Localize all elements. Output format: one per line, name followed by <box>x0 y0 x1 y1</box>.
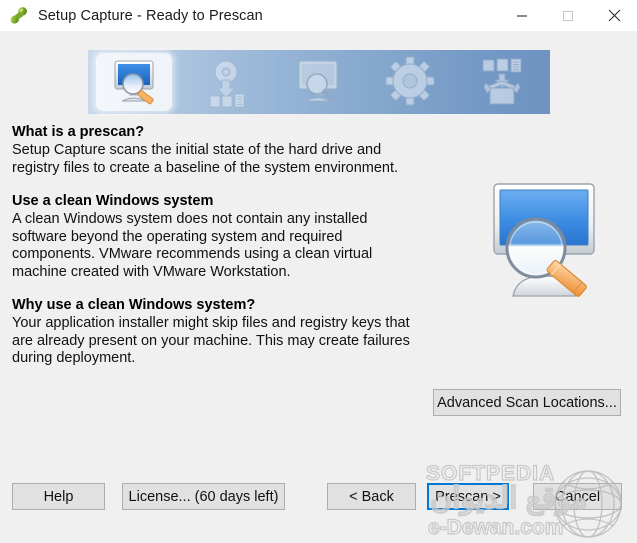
prescan-button[interactable]: Prescan > <box>427 483 509 510</box>
section-body-clean-system: A clean Windows system does not contain … <box>12 211 373 280</box>
gear-icon <box>385 56 435 106</box>
watermark-site-text: e-Dewan.com <box>428 516 563 539</box>
watermark-brand-text: SOFTPEDIA <box>426 462 555 485</box>
box-files-icon <box>482 58 522 105</box>
setup-capture-window: Setup Capture - Ready to Prescan What is… <box>0 0 637 543</box>
banner-step-package <box>464 53 540 111</box>
close-icon[interactable] <box>591 0 637 31</box>
section-heading-clean-system: Use a clean Windows system <box>12 193 214 209</box>
advanced-scan-locations-button[interactable]: Advanced Scan Locations... <box>433 389 621 416</box>
section-heading-why-clean-system: Why use a clean Windows system? <box>12 297 256 313</box>
banner-step-configure <box>372 53 448 111</box>
section-body-why-clean-system: Your application installer might skip fi… <box>12 315 410 366</box>
back-button[interactable]: < Back <box>327 483 416 510</box>
capture-peanut-icon <box>8 5 30 27</box>
monitor-magnifier-icon <box>298 60 338 102</box>
license-button[interactable]: License... (60 days left) <box>122 483 285 510</box>
banner-step-install <box>188 53 264 111</box>
banner-step-postscan <box>280 53 356 111</box>
maximize-icon[interactable] <box>545 0 591 31</box>
title-bar: Setup Capture - Ready to Prescan <box>0 0 637 31</box>
help-button[interactable]: Help <box>12 483 105 510</box>
minimize-icon[interactable] <box>499 0 545 31</box>
window-controls <box>499 0 637 31</box>
disc-download-files-icon <box>209 60 245 108</box>
monitor-magnifier-pencil-large-icon <box>489 180 599 305</box>
window-title: Setup Capture - Ready to Prescan <box>38 7 263 24</box>
cancel-button[interactable]: Cancel <box>533 483 622 510</box>
content-panel: What is a prescan? Setup Capture scans t… <box>12 124 412 368</box>
section-heading-prescan: What is a prescan? <box>12 124 145 140</box>
section-body-prescan: Setup Capture scans the initial state of… <box>12 142 399 176</box>
wizard-step-banner <box>88 50 550 114</box>
banner-step-prescan <box>96 53 172 111</box>
monitor-magnifier-pencil-icon <box>114 60 154 105</box>
